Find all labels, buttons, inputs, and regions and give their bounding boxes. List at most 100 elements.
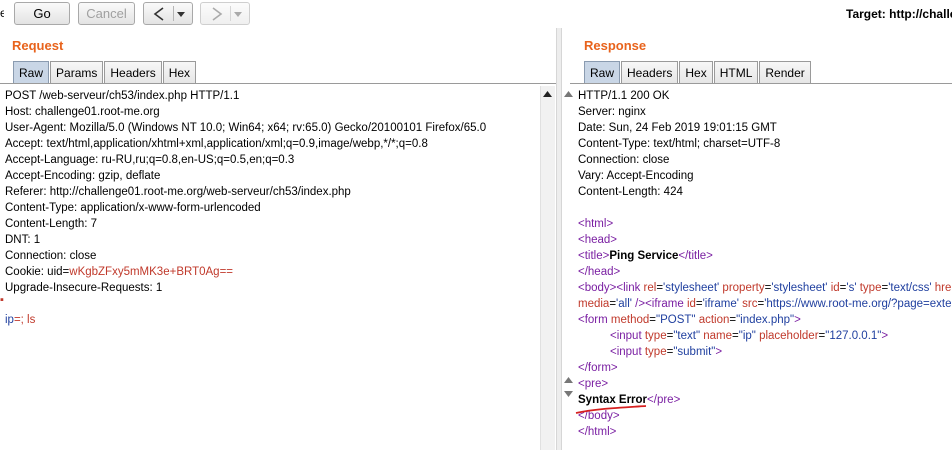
request-line: Accept: text/html,application/xhtml+xml,… bbox=[5, 138, 428, 150]
html-attr: media bbox=[578, 298, 610, 310]
request-line: Upgrade-Insecure-Requests: 1 bbox=[5, 282, 163, 294]
html-value: 'stylesheet' bbox=[771, 282, 828, 294]
html-attr: name bbox=[703, 330, 733, 342]
html-attr: id bbox=[686, 298, 696, 310]
target-label: Target: http://challe bbox=[846, 7, 952, 21]
body-param-value: =; ls bbox=[13, 314, 36, 326]
cookie-name: Cookie: uid bbox=[5, 266, 63, 278]
response-tab-render[interactable]: Render bbox=[759, 61, 811, 83]
response-tabs: Raw Headers Hex HTML Render bbox=[584, 61, 812, 83]
html-tag: </title> bbox=[678, 250, 713, 262]
html-attr: type bbox=[859, 282, 882, 294]
html-attr: hre bbox=[934, 282, 952, 294]
html-value: "POST" bbox=[656, 314, 696, 326]
html-attr: placeholder bbox=[759, 330, 819, 342]
html-value: "text" bbox=[673, 330, 701, 342]
request-cookie-line: Cookie: uid=wKgbZFxy5mMK3e+BRT0Ag== bbox=[5, 264, 233, 280]
cancel-button[interactable]: Cancel bbox=[78, 2, 135, 25]
request-tabs: Raw Params Headers Hex bbox=[13, 61, 197, 83]
html-value: "index.php" bbox=[736, 314, 795, 326]
response-tab-html[interactable]: HTML bbox=[713, 61, 759, 83]
html-value: 'stylesheet' bbox=[663, 282, 720, 294]
html-line: media='all' /><iframe id='iframe' src='h… bbox=[578, 296, 952, 312]
html-tag: > bbox=[881, 330, 889, 342]
body-param-name: ip bbox=[5, 314, 14, 326]
html-tag: <html> bbox=[578, 218, 614, 230]
request-title: Request bbox=[12, 38, 64, 53]
html-line: <head> bbox=[578, 232, 617, 248]
request-line: Accept-Language: ru-RU,ru;q=0.8,en-US;q=… bbox=[5, 154, 295, 166]
html-tag: <body> bbox=[578, 282, 617, 294]
button-separator bbox=[230, 6, 231, 21]
html-value: 'all' bbox=[616, 298, 632, 310]
request-tab-params[interactable]: Params bbox=[50, 61, 104, 83]
request-line: Referer: http://challenge01.root-me.org/… bbox=[5, 186, 351, 198]
response-tab-headers[interactable]: Headers bbox=[621, 61, 679, 83]
html-value: 's' bbox=[846, 282, 857, 294]
response-header-line: Connection: close bbox=[578, 154, 670, 166]
response-tab-raw[interactable]: Raw bbox=[584, 61, 621, 83]
html-attr: type bbox=[644, 346, 667, 358]
html-attr: id bbox=[830, 282, 840, 294]
html-tag: <pre> bbox=[578, 378, 609, 390]
forward-chevron-icon bbox=[212, 6, 223, 21]
response-header-line: Content-Length: 424 bbox=[578, 186, 683, 198]
html-line: </form> bbox=[578, 360, 618, 376]
request-tab-hex[interactable]: Hex bbox=[162, 61, 197, 83]
response-header-line: HTTP/1.1 200 OK bbox=[578, 90, 670, 102]
scroll-up-icon[interactable] bbox=[540, 86, 555, 101]
html-attr: type bbox=[644, 330, 667, 342]
dropdown-arrow-icon[interactable] bbox=[177, 10, 185, 18]
edge-marker: ▪ bbox=[0, 294, 4, 306]
response-pane-border bbox=[570, 83, 952, 84]
html-value: "submit" bbox=[673, 346, 716, 358]
html-line: <pre> bbox=[578, 376, 608, 392]
response-title: Response bbox=[584, 38, 647, 53]
html-line: <body><link rel='stylesheet' property='s… bbox=[578, 282, 952, 294]
go-button[interactable]: Go bbox=[14, 2, 70, 25]
request-line: POST /web-serveur/ch53/index.php HTTP/1.… bbox=[5, 90, 240, 102]
html-attr: property bbox=[722, 282, 765, 294]
response-header-line: Server: nginx bbox=[578, 106, 646, 118]
html-attr: src bbox=[742, 298, 758, 310]
back-button[interactable] bbox=[143, 2, 193, 25]
html-tag: <title> bbox=[578, 250, 610, 262]
html-tag: <head> bbox=[578, 234, 618, 246]
html-tag: </pre> bbox=[647, 394, 681, 406]
dropdown-arrow-icon[interactable] bbox=[234, 10, 242, 18]
request-line: Accept-Encoding: gzip, deflate bbox=[5, 170, 161, 182]
request-line: Connection: close bbox=[5, 250, 97, 262]
response-tab-hex[interactable]: Hex bbox=[679, 61, 713, 83]
html-line: </head> bbox=[578, 264, 620, 280]
request-line: DNT: 1 bbox=[5, 234, 41, 246]
html-line: </html> bbox=[578, 424, 616, 440]
html-line: <html> bbox=[578, 216, 613, 232]
html-tag: <input bbox=[610, 346, 645, 358]
page-title-text: Ping Service bbox=[609, 250, 679, 262]
scroll-up-icon[interactable] bbox=[561, 86, 576, 101]
button-separator bbox=[173, 6, 174, 21]
html-line: <form method="POST" action="index.php"> bbox=[578, 314, 801, 326]
response-header-line: Date: Sun, 24 Feb 2019 19:01:15 GMT bbox=[578, 122, 777, 134]
response-header-line: Content-Type: text/html; charset=UTF-8 bbox=[578, 138, 781, 150]
scroll-down-icon[interactable] bbox=[561, 386, 576, 401]
request-tab-raw[interactable]: Raw bbox=[13, 61, 50, 83]
request-tab-headers[interactable]: Headers bbox=[104, 61, 162, 83]
html-attr: rel bbox=[643, 282, 657, 294]
html-tag: > bbox=[715, 346, 723, 358]
forward-button[interactable] bbox=[200, 2, 250, 25]
html-tag: </form> bbox=[578, 362, 618, 374]
request-pane-border bbox=[0, 83, 556, 84]
html-line: <title>Ping Service</title> bbox=[578, 248, 713, 264]
html-attr: action bbox=[698, 314, 730, 326]
red-underline-annotation bbox=[575, 405, 647, 414]
request-line: Content-Type: application/x-www-form-url… bbox=[5, 202, 261, 214]
html-tag: </html> bbox=[578, 426, 617, 438]
request-scrollbar[interactable] bbox=[540, 86, 555, 450]
html-tag: /> bbox=[631, 298, 646, 310]
response-header-line: Vary: Accept-Encoding bbox=[578, 170, 694, 182]
html-tag: <link bbox=[616, 282, 644, 294]
scroll-up-icon[interactable] bbox=[561, 372, 576, 387]
request-body-line: ip=; ls bbox=[5, 312, 35, 328]
html-value: 'https://www.root-me.org/?page=exter bbox=[764, 298, 952, 310]
